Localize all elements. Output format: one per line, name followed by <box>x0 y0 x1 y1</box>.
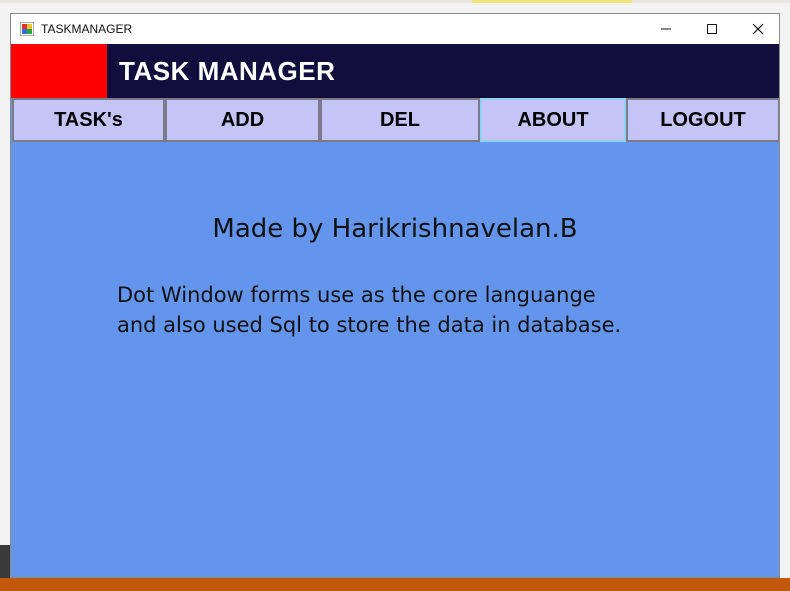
desktop-top-accent <box>472 0 632 3</box>
window-title: TASKMANAGER <box>41 22 133 36</box>
made-by-text: Made by Harikrishnavelan.B <box>212 214 578 244</box>
description: Dot Window forms use as the core languan… <box>117 280 737 340</box>
add-button[interactable]: ADD <box>165 98 320 142</box>
nav-bar: TASK's ADD DEL ABOUT LOGOUT <box>11 98 779 142</box>
app-window: TASKMANAGER TASK MANAGER TASK's ADD DEL … <box>10 13 780 578</box>
about-button[interactable]: ABOUT <box>480 98 626 142</box>
desktop-bottom-bar <box>0 578 790 591</box>
del-button[interactable]: DEL <box>320 98 480 142</box>
minimize-icon <box>661 28 671 30</box>
maximize-button[interactable] <box>689 14 735 44</box>
tasks-button[interactable]: TASK's <box>12 98 165 142</box>
maximize-icon <box>707 24 717 34</box>
desktop-top-strip <box>0 0 790 3</box>
about-panel: Made by Harikrishnavelan.B Dot Window fo… <box>11 142 779 577</box>
minimize-button[interactable] <box>643 14 689 44</box>
header-title: TASK MANAGER <box>119 56 336 86</box>
logout-button[interactable]: LOGOUT <box>626 98 779 142</box>
close-button[interactable] <box>735 14 779 44</box>
app-icon <box>20 22 34 36</box>
close-icon <box>752 23 764 35</box>
title-bar[interactable]: TASKMANAGER <box>11 14 779 44</box>
app-header: TASK MANAGER <box>11 44 779 98</box>
description-line-1: Dot Window forms use as the core languan… <box>117 283 596 307</box>
header-logo-block <box>11 44 107 98</box>
description-line-2: and also used Sql to store the data in d… <box>117 313 622 337</box>
